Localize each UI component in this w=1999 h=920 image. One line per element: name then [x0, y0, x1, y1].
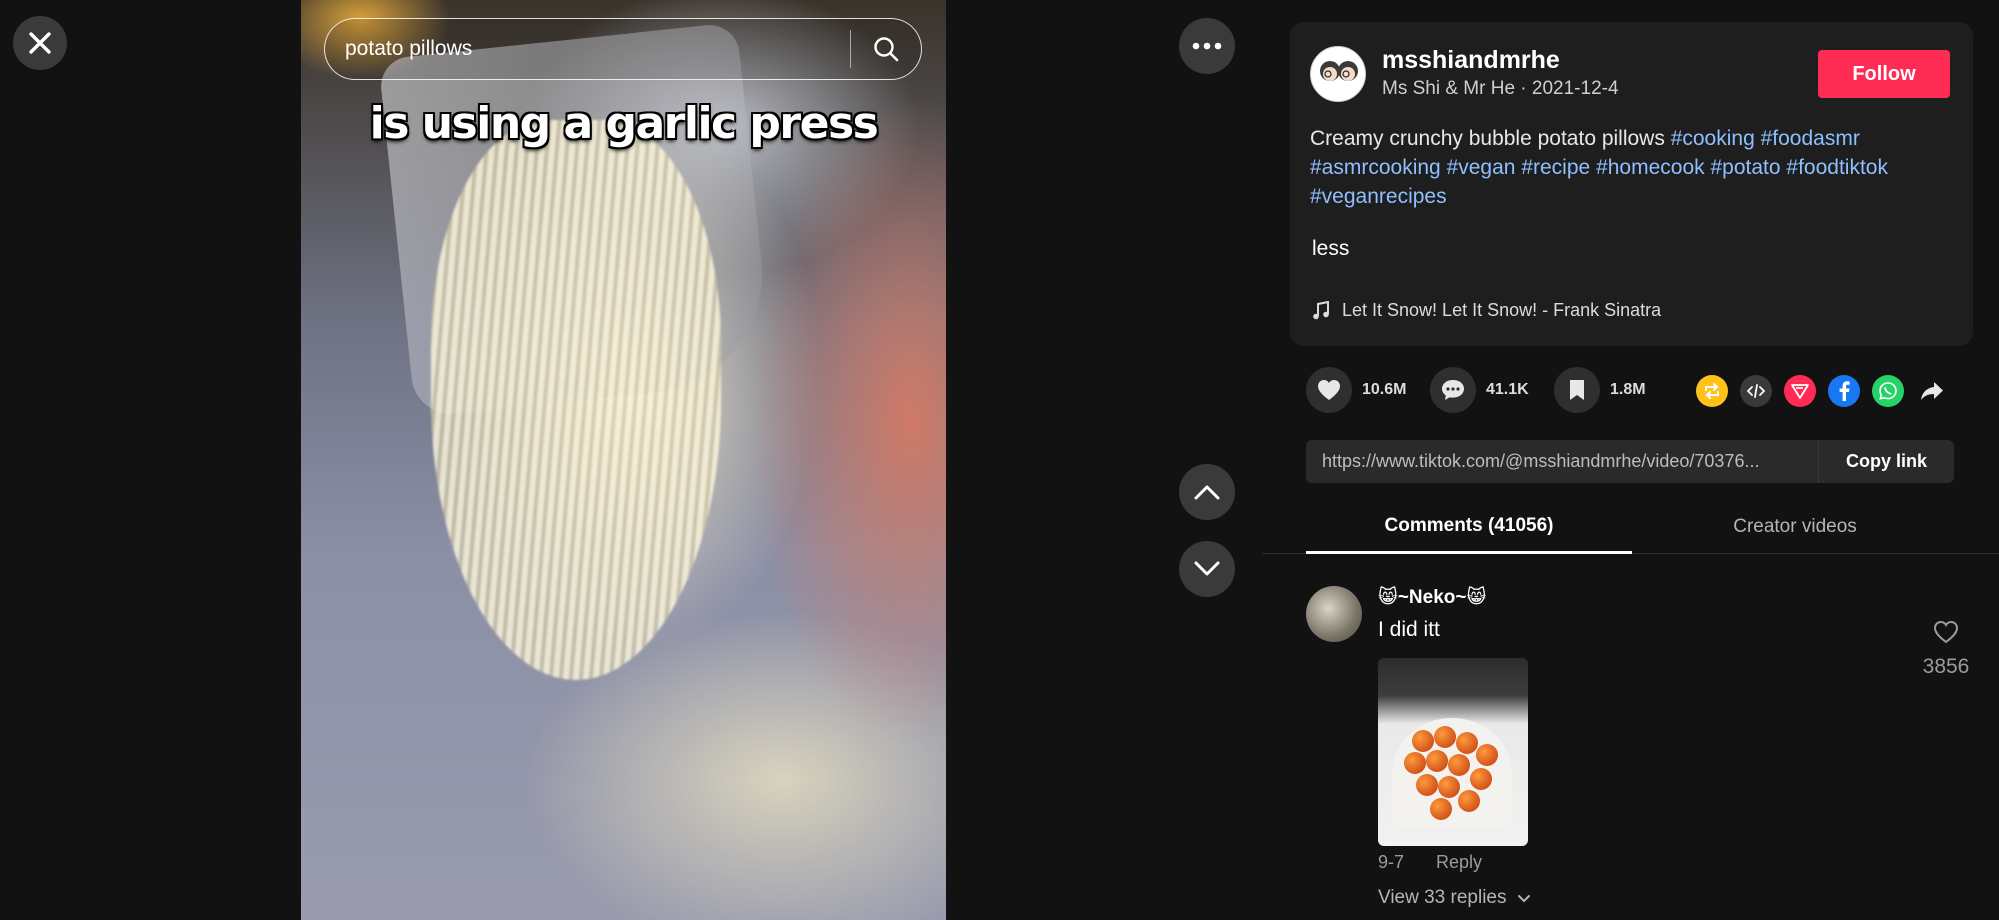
- chevron-down-icon: [1517, 894, 1530, 902]
- author-username[interactable]: msshiandmrhe: [1382, 46, 1560, 75]
- description-text: Creamy crunchy bubble potato pillows: [1310, 127, 1665, 150]
- comment-photo-ball: [1412, 730, 1434, 752]
- commenter-avatar[interactable]: [1306, 586, 1362, 642]
- facebook-glyph: [1839, 381, 1850, 401]
- heart-outline-icon: [1933, 620, 1959, 644]
- comment-date: 9-7: [1378, 852, 1405, 872]
- comment-like-button[interactable]: 3856: [1918, 620, 1974, 679]
- save-button[interactable]: [1554, 367, 1600, 413]
- comment-item: 😸~Neko~😸 I did itt 3856 9-7 Reply View 3…: [1306, 584, 1969, 914]
- embed-glyph: [1747, 384, 1765, 398]
- view-replies-label: View 33 replies: [1378, 887, 1507, 908]
- send-to-friends-icon[interactable]: [1784, 375, 1816, 407]
- follow-button[interactable]: Follow: [1818, 50, 1950, 98]
- music-link[interactable]: Let It Snow! Let It Snow! - Frank Sinatr…: [1312, 300, 1661, 321]
- action-bar: 10.6M 41.1K 1.8M: [1306, 367, 1966, 415]
- previous-video-button[interactable]: [1179, 464, 1235, 520]
- embed-icon[interactable]: [1740, 375, 1772, 407]
- author-avatar[interactable]: [1310, 46, 1366, 102]
- comment-count: 41.1K: [1486, 381, 1529, 398]
- bookmark-icon: [1570, 380, 1584, 400]
- comment-button[interactable]: [1430, 367, 1476, 413]
- share-arrow-icon[interactable]: [1916, 375, 1948, 407]
- video-caption: is using a garlic press: [369, 98, 879, 149]
- search-icon: [874, 37, 899, 62]
- like-action[interactable]: 10.6M: [1306, 367, 1406, 413]
- less-toggle[interactable]: less: [1312, 237, 1349, 261]
- panel-tabs: Comments (41056) Creator videos: [1262, 500, 1999, 554]
- share-link-box: https://www.tiktok.com/@msshiandmrhe/vid…: [1306, 440, 1954, 483]
- view-replies-button[interactable]: View 33 replies: [1378, 887, 1531, 909]
- facebook-icon[interactable]: [1828, 375, 1860, 407]
- search-button[interactable]: [851, 19, 921, 79]
- comment-photo-ball: [1416, 774, 1438, 796]
- chevron-down-icon: [1194, 561, 1220, 576]
- share-link-url[interactable]: https://www.tiktok.com/@msshiandmrhe/vid…: [1306, 451, 1818, 472]
- author-subline: Ms Shi & Mr He · 2021-12-4: [1382, 78, 1619, 99]
- music-title: Let It Snow! Let It Snow! - Frank Sinatr…: [1342, 300, 1662, 320]
- search-bar[interactable]: potato pillows: [324, 18, 922, 80]
- share-glyph: [1921, 382, 1943, 400]
- more-options-button[interactable]: [1179, 18, 1235, 74]
- comment-photo-ball: [1476, 744, 1498, 766]
- music-note-icon: [1313, 300, 1329, 319]
- comment-photo-ball: [1448, 754, 1470, 776]
- chevron-up-icon: [1194, 485, 1220, 500]
- video-description: Creamy crunchy bubble potato pillows #co…: [1310, 124, 1950, 211]
- commenter-name[interactable]: 😸~Neko~😸: [1378, 586, 1486, 609]
- next-video-button[interactable]: [1179, 541, 1235, 597]
- repost-icon[interactable]: [1696, 375, 1728, 407]
- hashtag-link[interactable]: #homecook: [1596, 156, 1705, 179]
- hashtag-link[interactable]: #vegan: [1447, 156, 1516, 179]
- comment-text: I did itt: [1378, 618, 1440, 641]
- comment-photo-ball: [1404, 752, 1426, 774]
- whatsapp-glyph: [1879, 382, 1897, 400]
- comment-photo-ball: [1430, 798, 1452, 820]
- close-button[interactable]: [13, 16, 67, 70]
- whatsapp-icon[interactable]: [1872, 375, 1904, 407]
- hashtag-link[interactable]: #foodtiktok: [1786, 156, 1888, 179]
- hashtag-link[interactable]: #veganrecipes: [1310, 185, 1447, 208]
- comment-photo-ball: [1426, 750, 1448, 772]
- tab-comments[interactable]: Comments (41056): [1306, 500, 1632, 554]
- comment-photo-ball: [1470, 768, 1492, 790]
- like-button[interactable]: [1306, 367, 1352, 413]
- like-count: 10.6M: [1362, 381, 1407, 398]
- hashtag-link[interactable]: #recipe: [1521, 156, 1590, 179]
- hashtag-link[interactable]: #potato: [1710, 156, 1780, 179]
- comment-action[interactable]: 41.1K: [1430, 367, 1529, 413]
- hashtag-link[interactable]: #cooking: [1671, 127, 1755, 150]
- save-action[interactable]: 1.8M: [1554, 367, 1646, 413]
- video-detail-panel: msshiandmrhe Ms Shi & Mr He · 2021-12-4 …: [1262, 0, 1999, 920]
- video-stage: potato pillows is using a garlic press: [0, 0, 1262, 920]
- reply-button[interactable]: Reply: [1436, 852, 1482, 873]
- comment-like-count: 3856: [1922, 655, 1970, 678]
- hashtag-link[interactable]: #foodasmr: [1761, 127, 1860, 150]
- comment-photo-ball: [1458, 790, 1480, 812]
- comment-icon: [1442, 380, 1464, 400]
- save-count: 1.8M: [1610, 381, 1646, 398]
- video-content-detail: [431, 120, 721, 680]
- copy-link-button[interactable]: Copy link: [1818, 440, 1954, 483]
- author-avatar-image: [1320, 61, 1358, 81]
- comment-photo-ball: [1438, 776, 1460, 798]
- more-icon: [1192, 42, 1222, 50]
- send-glyph: [1791, 384, 1809, 399]
- close-icon: [29, 32, 51, 54]
- comment-photo-ball: [1456, 732, 1478, 754]
- comment-photo[interactable]: [1378, 658, 1528, 846]
- comment-photo-ball: [1434, 726, 1456, 748]
- hashtag-link[interactable]: #asmrcooking: [1310, 156, 1441, 179]
- tab-creator-videos[interactable]: Creator videos: [1632, 500, 1958, 554]
- search-input[interactable]: potato pillows: [325, 37, 850, 61]
- repost-glyph: [1705, 383, 1719, 399]
- comment-meta: 9-7 Reply: [1378, 852, 1482, 873]
- heart-icon: [1318, 380, 1340, 400]
